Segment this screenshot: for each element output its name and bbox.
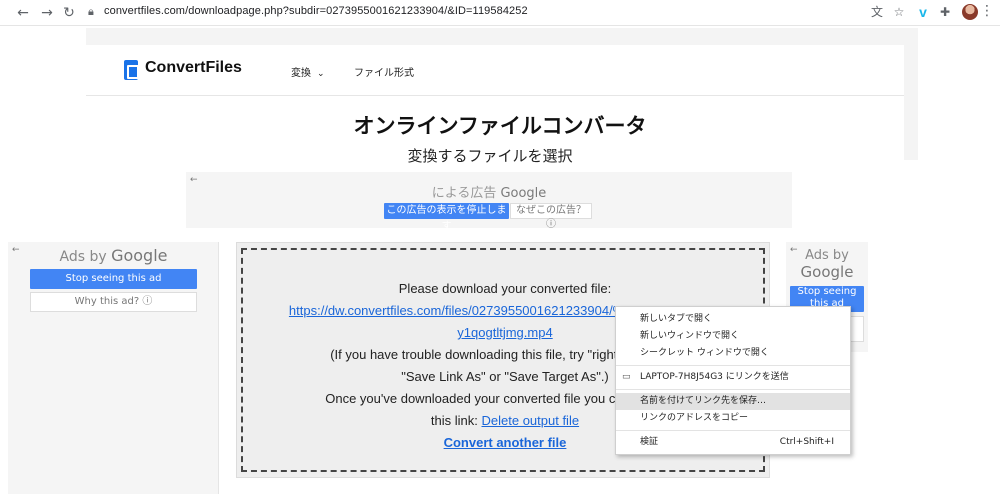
delete-line-prefix: this link: — [430, 413, 482, 428]
ad-left-why-button[interactable]: Why this ad? ⓘ — [30, 292, 197, 312]
star-icon[interactable]: ☆ — [890, 3, 908, 21]
ctx-separator — [616, 430, 850, 431]
translate-icon[interactable]: 文 — [868, 3, 886, 21]
address-bar[interactable]: 🔒︎ convertfiles.com/downloadpage.php?sub… — [82, 3, 932, 23]
convertfiles-logo-icon[interactable] — [124, 60, 139, 80]
logo-text[interactable]: ConvertFiles — [145, 59, 242, 77]
lock-icon: 🔒︎ — [88, 5, 94, 18]
ctx-open-incognito[interactable]: シークレット ウィンドウで開く — [616, 345, 850, 362]
context-menu: 新しいタブで開く 新しいウィンドウで開く シークレット ウィンドウで開く ▭ LA… — [615, 306, 851, 455]
browser-toolbar: ← → ↻ 🔒︎ convertfiles.com/downloadpage.p… — [0, 0, 1000, 26]
download-instruction: Please download your converted file: — [398, 281, 612, 296]
reload-icon[interactable]: ↻ — [60, 4, 78, 22]
ctx-send-link-label: LAPTOP-7H8J54G3 にリンクを送信 — [640, 372, 789, 382]
chevron-down-icon: ⌄ — [317, 69, 325, 79]
ad-sidebar-left: ← Ads by Google Stop seeing this ad Why … — [8, 242, 219, 494]
page-title: オンラインファイルコンバータ — [353, 114, 647, 138]
ad-right-title: Ads by Google — [786, 247, 868, 282]
ad-right-title-prefix: Ads by — [805, 248, 849, 263]
menu-file-formats[interactable]: ファイル形式 — [354, 64, 414, 79]
menu-convert-label: 変換 — [291, 68, 311, 79]
ctx-open-new-window[interactable]: 新しいウィンドウで開く — [616, 328, 850, 345]
ctx-inspect-shortcut: Ctrl+Shift+I — [779, 437, 834, 447]
ctx-inspect[interactable]: 検証 Ctrl+Shift+I — [616, 434, 850, 451]
kebab-menu-icon[interactable]: ⋮ — [980, 3, 994, 19]
vimeo-icon[interactable]: v — [914, 3, 932, 21]
ad-top-stop-button[interactable]: この広告の表示を停止します — [384, 203, 509, 232]
avatar[interactable] — [962, 4, 978, 20]
ctx-separator — [616, 365, 850, 366]
ctx-open-new-tab[interactable]: 新しいタブで開く — [616, 311, 850, 328]
ad-top-title-brand: Google — [500, 186, 547, 201]
ctx-inspect-label: 検証 — [640, 437, 659, 447]
ctx-copy-link-address[interactable]: リンクのアドレスをコピー — [616, 410, 850, 427]
ad-left-title-brand: Google — [111, 246, 168, 265]
delete-output-link[interactable]: Delete output file — [482, 413, 580, 428]
ctx-separator — [616, 389, 850, 390]
laptop-icon: ▭ — [622, 372, 631, 382]
site-header: ConvertFiles 変換 ⌄ ファイル形式 — [86, 45, 904, 96]
ad-left-title-prefix: Ads by — [59, 249, 112, 265]
back-arrow-icon[interactable]: ← — [14, 4, 32, 22]
convert-another-link[interactable]: Convert another file — [444, 435, 567, 450]
page-subtitle: 変換するファイルを選択 — [407, 147, 573, 165]
ad-top-title-prefix: による広告 — [431, 186, 501, 201]
ad-top-title: による広告 Google — [186, 182, 792, 201]
forward-arrow-icon[interactable]: → — [38, 4, 56, 22]
puzzle-icon[interactable]: ✚ — [936, 3, 954, 21]
ad-right-title-brand: Google — [800, 263, 854, 281]
ctx-send-link-to-device[interactable]: ▭ LAPTOP-7H8J54G3 にリンクを送信 — [616, 369, 850, 386]
menu-convert[interactable]: 変換 ⌄ — [291, 64, 325, 79]
download-link-continued[interactable]: y1qogtltjmg.mp4 — [457, 325, 552, 340]
ad-banner-top: ← による広告 Google この広告の表示を停止します なぜこの広告？ ⓘ — [186, 172, 792, 232]
page-top-strip — [86, 28, 904, 45]
url-text[interactable]: convertfiles.com/downloadpage.php?subdir… — [104, 5, 528, 17]
ctx-save-link-as[interactable]: 名前を付けてリンク先を保存… — [616, 393, 850, 410]
ad-left-stop-button[interactable]: Stop seeing this ad — [30, 269, 197, 289]
ad-top-why-button[interactable]: なぜこの広告？ ⓘ — [510, 203, 592, 230]
ad-left-title: Ads by Google — [8, 246, 219, 265]
page-right-strip — [904, 28, 918, 160]
